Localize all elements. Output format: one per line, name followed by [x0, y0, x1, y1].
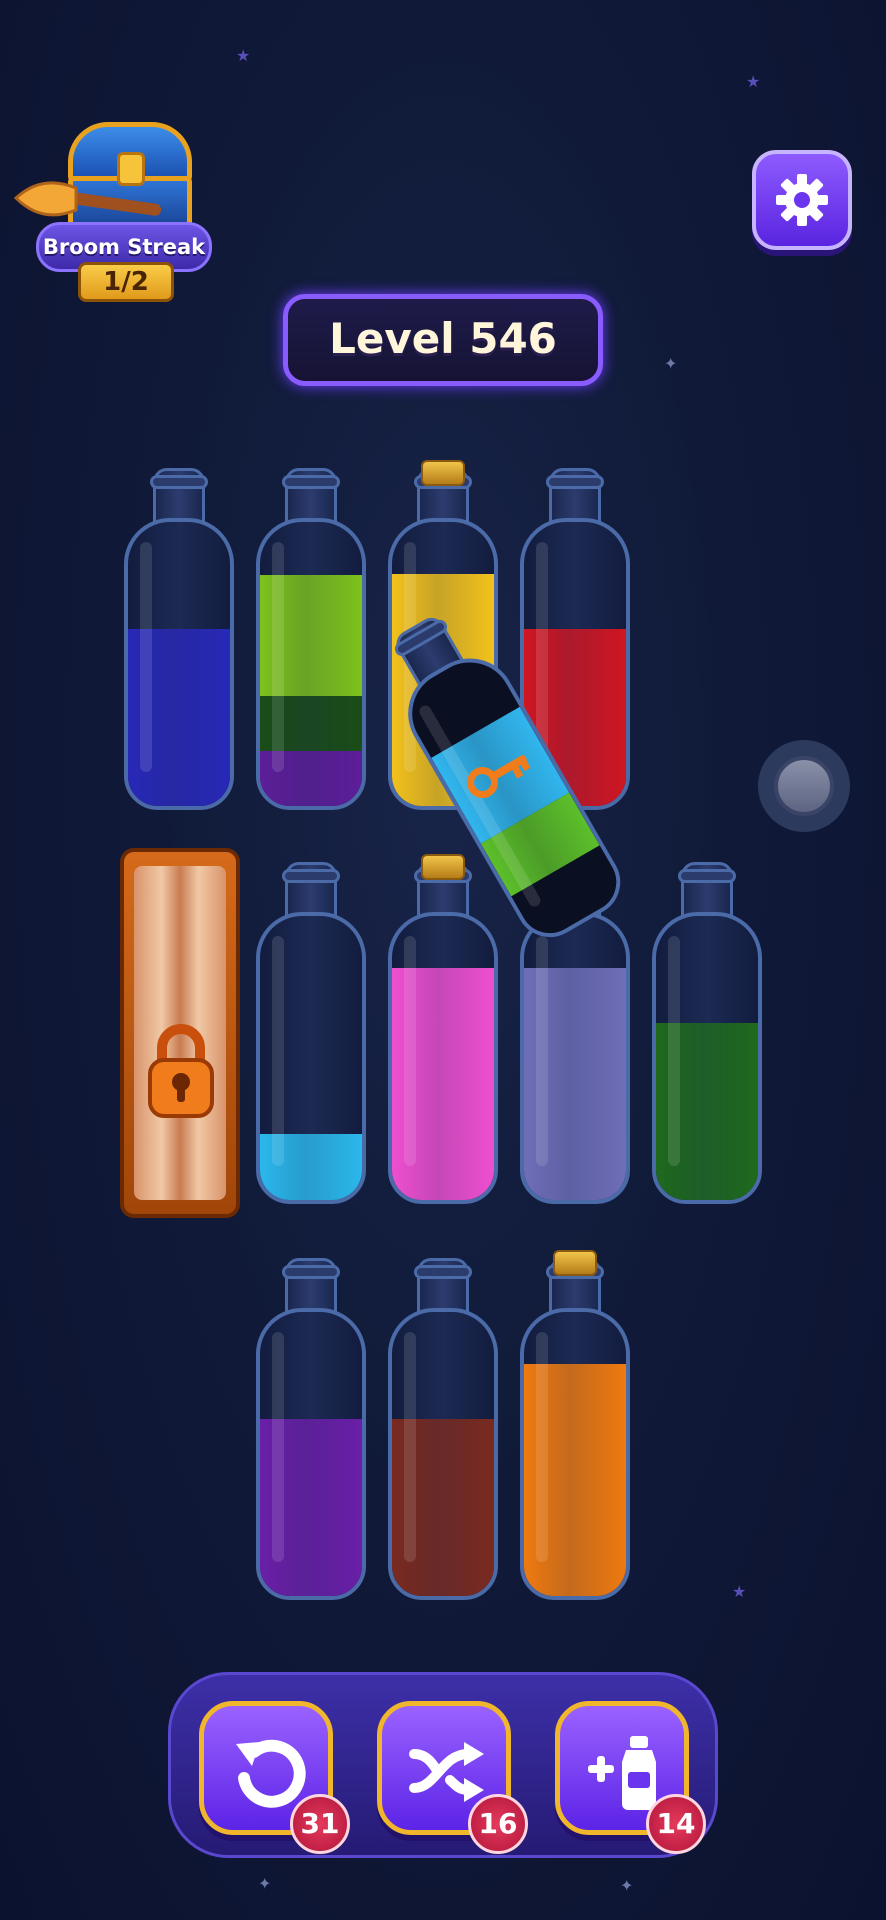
undo-icon	[236, 1739, 306, 1808]
cork-icon	[421, 854, 465, 880]
liquid-layer	[260, 1419, 362, 1596]
star-decoration: ★	[746, 72, 761, 91]
bottle-glass	[256, 1308, 366, 1600]
liquid-layer	[128, 629, 230, 806]
bottle-9[interactable]	[652, 862, 762, 1204]
star-decoration: ★	[732, 1582, 747, 1601]
bottle-glass	[520, 1308, 630, 1600]
floating-assist-button[interactable]	[758, 740, 850, 832]
bottle-1[interactable]	[124, 468, 234, 810]
bottle-2[interactable]	[256, 468, 366, 810]
add-bottle-count-badge: 14	[646, 1794, 706, 1854]
bottle-glass	[388, 1308, 498, 1600]
undo-count-badge: 31	[290, 1794, 350, 1854]
bottle-glass	[256, 518, 366, 810]
shuffle-button[interactable]: 16	[377, 1701, 528, 1854]
add-bottle-button[interactable]: 14	[555, 1701, 706, 1854]
bottle-glass	[520, 912, 630, 1204]
liquid-layer	[260, 696, 362, 751]
liquid-layer	[524, 968, 626, 1200]
bottle-glass	[388, 912, 498, 1204]
padlock-icon	[148, 1024, 214, 1118]
powerup-bar: 31 16 14	[168, 1672, 718, 1858]
liquid-layer	[260, 1134, 362, 1200]
bottle-6[interactable]	[256, 862, 366, 1204]
shuffle-icon	[409, 1742, 484, 1802]
bottle-glass	[256, 912, 366, 1204]
star-decoration: ✦	[664, 354, 678, 373]
liquid-layer	[392, 1419, 494, 1596]
liquid-layer	[656, 1023, 758, 1200]
gear-icon	[776, 174, 828, 226]
bottle-11[interactable]	[388, 1258, 498, 1600]
add-bottle-icon	[588, 1736, 656, 1810]
bottle-10[interactable]	[256, 1258, 366, 1600]
undo-button[interactable]: 31	[199, 1701, 350, 1854]
bottle-glass	[124, 518, 234, 810]
streak-count: 1/2	[78, 262, 174, 302]
liquid-layer	[260, 575, 362, 696]
liquid-layer	[260, 751, 362, 806]
settings-button[interactable]	[752, 150, 852, 250]
broom-streak-badge[interactable]: Broom Streak 1/2	[10, 118, 212, 303]
locked-bottle-slot[interactable]	[120, 848, 240, 1218]
liquid-layer	[392, 968, 494, 1200]
broom-icon	[13, 181, 162, 217]
bottle-glass	[652, 912, 762, 1204]
star-decoration: ✦	[258, 1874, 272, 1893]
cork-icon	[421, 460, 465, 486]
cork-icon	[553, 1250, 597, 1276]
level-title: Level 546	[283, 294, 603, 386]
shuffle-count-badge: 16	[468, 1794, 528, 1854]
star-decoration: ★	[236, 46, 251, 65]
bottle-12[interactable]	[520, 1250, 630, 1600]
assist-knob	[774, 756, 834, 816]
bottle-7[interactable]	[388, 854, 498, 1204]
star-decoration: ✦	[620, 1876, 634, 1895]
liquid-layer	[524, 1364, 626, 1596]
